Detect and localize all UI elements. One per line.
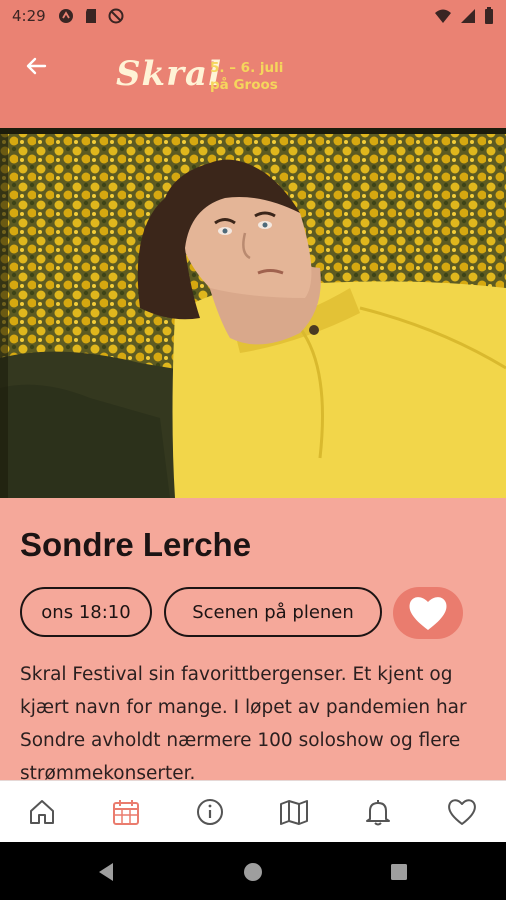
- festival-dates-line2: på Groos: [210, 77, 278, 93]
- system-back-button[interactable]: [96, 862, 116, 882]
- back-arrow-icon: [26, 57, 47, 75]
- signal-icon: [461, 8, 475, 23]
- nav-home[interactable]: [0, 781, 84, 843]
- app-notification-icon: [58, 9, 73, 23]
- nav-program[interactable]: [84, 781, 168, 843]
- bottom-nav: [0, 780, 506, 843]
- artist-photo-illustration: [0, 128, 506, 498]
- dnd-icon: [108, 8, 124, 24]
- home-icon: [30, 800, 54, 824]
- triangle-back-icon: [99, 863, 113, 881]
- nav-favorites[interactable]: [420, 781, 504, 843]
- favorite-button[interactable]: [393, 587, 463, 639]
- wifi-icon: [435, 9, 451, 23]
- system-nav-bar: [0, 842, 506, 900]
- skral-logo: Skral: [116, 54, 222, 94]
- heart-outline-icon: [448, 799, 476, 825]
- heart-icon: [409, 597, 447, 630]
- sd-card-icon: [85, 9, 96, 23]
- square-recents-icon: [391, 864, 407, 880]
- nav-notifications[interactable]: [336, 781, 420, 843]
- nav-info[interactable]: [168, 781, 252, 843]
- info-icon: [197, 799, 223, 825]
- nav-map[interactable]: [252, 781, 336, 843]
- stage-pill[interactable]: Scenen på plenen: [164, 587, 382, 637]
- artist-photo: [0, 128, 506, 498]
- status-time: 4:29: [12, 7, 46, 25]
- bell-icon: [366, 800, 390, 826]
- artist-description: Skral Festival sin favorittbergenser. Et…: [20, 664, 467, 780]
- festival-dates-line1: 5. – 6. juli: [210, 60, 284, 76]
- status-bar: 4:29: [0, 0, 506, 32]
- artist-details: Sondre Lerche ons 18:10 Scenen på plenen…: [0, 498, 506, 780]
- back-button[interactable]: [20, 50, 52, 82]
- artist-name: Sondre Lerche: [20, 526, 252, 563]
- status-icons-right: [434, 7, 494, 24]
- calendar-icon: [113, 800, 139, 825]
- festival-dates: 5. – 6. juli på Groos: [210, 60, 283, 94]
- battery-icon: [485, 7, 493, 24]
- app-header: Skral 5. – 6. juli på Groos: [0, 32, 506, 128]
- system-home-button[interactable]: [243, 862, 263, 882]
- status-icons-left: [58, 8, 124, 24]
- map-icon: [280, 800, 308, 825]
- performance-time-pill[interactable]: ons 18:10: [20, 587, 152, 637]
- system-recents-button[interactable]: [389, 862, 409, 882]
- circle-home-icon: [244, 863, 262, 881]
